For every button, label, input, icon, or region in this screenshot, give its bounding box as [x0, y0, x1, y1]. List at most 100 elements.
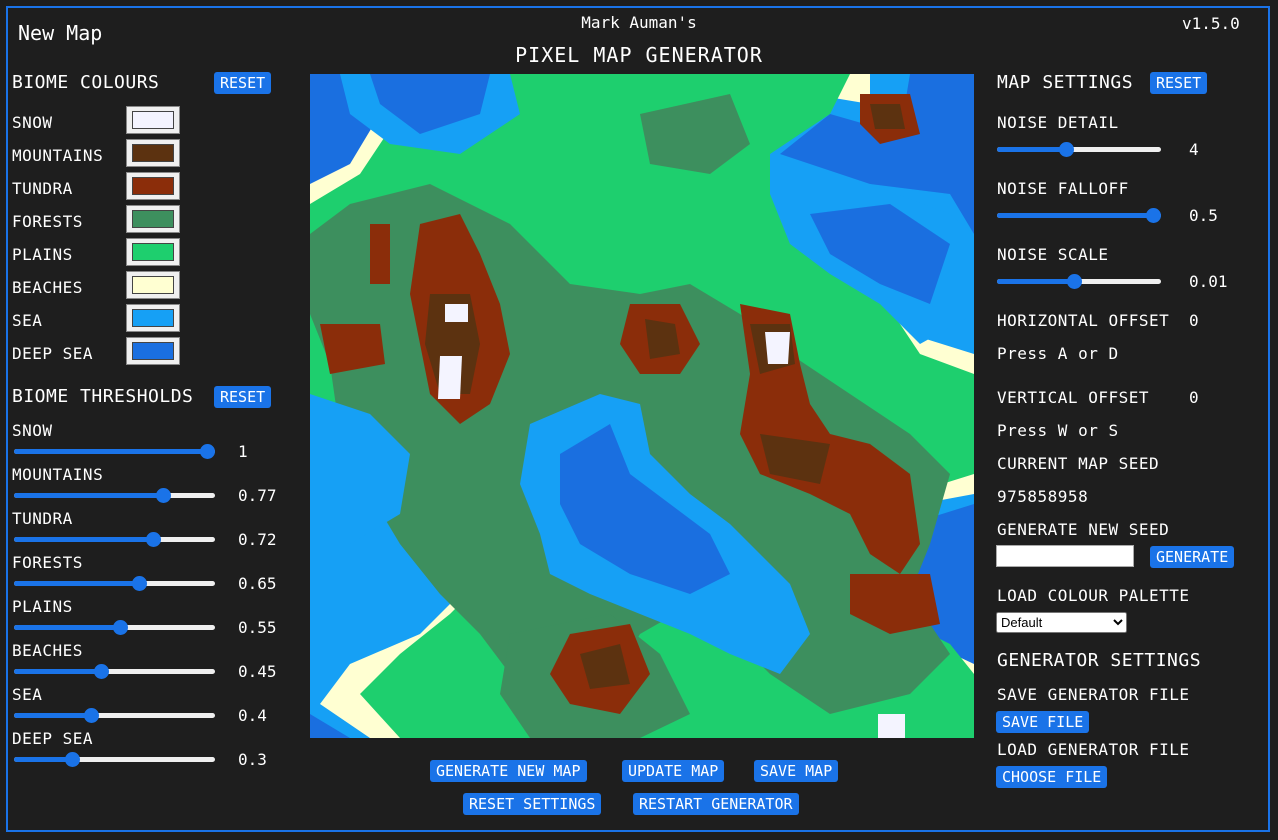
slider-thumb[interactable]	[64, 752, 80, 767]
vertical-offset-hint: Press W or S	[997, 421, 1119, 440]
slider-thumb[interactable]	[93, 664, 109, 679]
threshold-value-mountains: 0.77	[238, 486, 277, 505]
vertical-offset-value: 0	[1189, 388, 1199, 407]
biome-colour-label-tundra: TUNDRA	[12, 179, 73, 198]
colour-picker-snow[interactable]	[126, 106, 180, 134]
map-settings-reset-button[interactable]: RESET	[1150, 72, 1208, 94]
generator-settings-heading: GENERATOR SETTINGS	[997, 650, 1202, 671]
noise-falloff-value: 0.5	[1189, 206, 1218, 225]
biome-thresholds-heading: BIOME THRESHOLDS	[12, 386, 194, 407]
slider-thumb[interactable]	[84, 708, 100, 723]
colour-swatch	[132, 111, 174, 129]
colour-swatch	[132, 243, 174, 261]
noise-falloff-label: NOISE FALLOFF	[997, 179, 1129, 198]
threshold-label-deep-sea: DEEP SEA	[12, 729, 94, 748]
colour-picker-beaches[interactable]	[126, 271, 180, 299]
threshold-slider-beaches[interactable]	[14, 664, 215, 679]
vertical-offset-label: VERTICAL OFFSET	[997, 388, 1149, 407]
version-label: v1.5.0	[1182, 14, 1240, 33]
map-canvas[interactable]	[310, 74, 974, 738]
noise-scale-value: 0.01	[1189, 272, 1228, 291]
seed-input[interactable]	[996, 545, 1134, 567]
threshold-value-snow: 1	[238, 442, 248, 461]
restart-generator-button[interactable]: RESTART GENERATOR	[633, 793, 799, 815]
slider-thumb[interactable]	[1058, 142, 1074, 157]
colour-picker-sea[interactable]	[126, 304, 180, 332]
colour-swatch	[132, 276, 174, 294]
choose-file-button[interactable]: CHOOSE FILE	[996, 766, 1108, 788]
biome-colour-label-snow: SNOW	[12, 113, 53, 132]
slider-thumb[interactable]	[199, 444, 215, 459]
threshold-slider-mountains[interactable]	[14, 488, 215, 503]
slider-thumb[interactable]	[1067, 274, 1083, 289]
biome-colour-label-deep-sea: DEEP SEA	[12, 344, 94, 363]
threshold-slider-tundra[interactable]	[14, 532, 215, 547]
horizontal-offset-value: 0	[1189, 311, 1199, 330]
colour-picker-mountains[interactable]	[126, 139, 180, 167]
slider-thumb[interactable]	[145, 532, 161, 547]
colour-swatch	[132, 210, 174, 228]
biome-colour-label-beaches: BEACHES	[12, 278, 83, 297]
threshold-label-snow: SNOW	[12, 421, 53, 440]
threshold-slider-forests[interactable]	[14, 576, 215, 591]
map-image	[310, 74, 974, 738]
threshold-label-beaches: BEACHES	[12, 641, 83, 660]
threshold-label-mountains: MOUNTAINS	[12, 465, 104, 484]
noise-detail-slider[interactable]	[997, 142, 1161, 157]
palette-label: LOAD COLOUR PALETTE	[997, 586, 1190, 605]
colour-picker-forests[interactable]	[126, 205, 180, 233]
current-seed-label: CURRENT MAP SEED	[997, 454, 1160, 473]
colour-swatch	[132, 177, 174, 195]
threshold-label-tundra: TUNDRA	[12, 509, 73, 528]
colour-picker-plains[interactable]	[126, 238, 180, 266]
page-title: PIXEL MAP GENERATOR	[515, 43, 763, 67]
update-map-button[interactable]: UPDATE MAP	[622, 760, 725, 782]
map-settings-heading: MAP SETTINGS	[997, 72, 1134, 93]
threshold-slider-plains[interactable]	[14, 620, 215, 635]
reset-settings-button[interactable]: RESET SETTINGS	[463, 793, 602, 815]
current-seed-value: 975858958	[997, 487, 1089, 506]
threshold-value-tundra: 0.72	[238, 530, 277, 549]
slider-thumb[interactable]	[1145, 208, 1161, 223]
biome-thresholds-reset-button[interactable]: RESET	[214, 386, 272, 408]
threshold-label-plains: PLAINS	[12, 597, 73, 616]
noise-detail-value: 4	[1189, 140, 1199, 159]
colour-picker-deep-sea[interactable]	[126, 337, 180, 365]
new-seed-label: GENERATE NEW SEED	[997, 520, 1170, 539]
noise-scale-label: NOISE SCALE	[997, 245, 1109, 264]
biome-colours-reset-button[interactable]: RESET	[214, 72, 272, 94]
colour-swatch	[132, 342, 174, 360]
threshold-value-plains: 0.55	[238, 618, 277, 637]
colour-picker-tundra[interactable]	[126, 172, 180, 200]
horizontal-offset-label: HORIZONTAL OFFSET	[997, 311, 1170, 330]
save-map-button[interactable]: SAVE MAP	[754, 760, 839, 782]
palette-select[interactable]: Default	[996, 612, 1127, 633]
noise-falloff-slider[interactable]	[997, 208, 1161, 223]
threshold-value-sea: 0.4	[238, 706, 267, 725]
author-label: Mark Auman's	[581, 13, 697, 32]
biome-colours-heading: BIOME COLOURS	[12, 72, 160, 93]
slider-thumb[interactable]	[132, 576, 148, 591]
biome-colour-label-sea: SEA	[12, 311, 43, 330]
noise-detail-label: NOISE DETAIL	[997, 113, 1119, 132]
biome-colour-label-forests: FORESTS	[12, 212, 83, 231]
biome-colour-label-plains: PLAINS	[12, 245, 73, 264]
slider-thumb[interactable]	[113, 620, 129, 635]
threshold-slider-sea[interactable]	[14, 708, 215, 723]
threshold-value-deep-sea: 0.3	[238, 750, 267, 769]
load-generator-label: LOAD GENERATOR FILE	[997, 740, 1190, 759]
save-file-button[interactable]: SAVE FILE	[996, 711, 1090, 733]
generate-new-map-button[interactable]: GENERATE NEW MAP	[430, 760, 587, 782]
noise-scale-slider[interactable]	[997, 274, 1161, 289]
colour-swatch	[132, 144, 174, 162]
slider-thumb[interactable]	[155, 488, 171, 503]
threshold-label-sea: SEA	[12, 685, 43, 704]
threshold-slider-deep-sea[interactable]	[14, 752, 215, 767]
horizontal-offset-hint: Press A or D	[997, 344, 1119, 363]
colour-swatch	[132, 309, 174, 327]
threshold-value-beaches: 0.45	[238, 662, 277, 681]
biome-colour-label-mountains: MOUNTAINS	[12, 146, 104, 165]
threshold-slider-snow[interactable]	[14, 444, 215, 459]
generate-seed-button[interactable]: GENERATE	[1150, 546, 1235, 568]
threshold-label-forests: FORESTS	[12, 553, 83, 572]
